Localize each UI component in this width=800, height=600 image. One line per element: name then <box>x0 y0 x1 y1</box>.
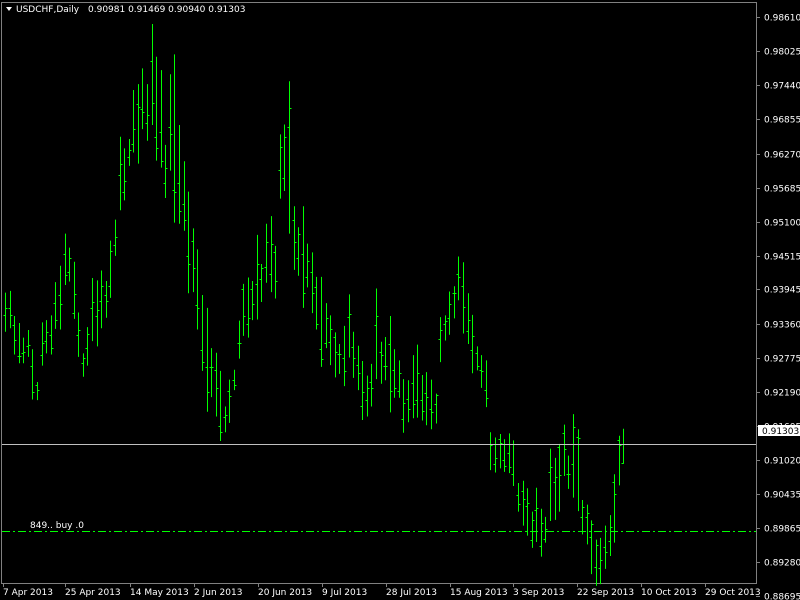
bid-price-label: 0.91303 <box>762 427 799 437</box>
y-tick-label: 0.96270 <box>764 151 800 161</box>
x-tick-label: 15 Aug 2013 <box>450 588 508 598</box>
y-tick-label: 0.94515 <box>764 253 800 263</box>
x-tick-label: 14 May 2013 <box>130 588 189 598</box>
x-tick-label: 25 Apr 2013 <box>65 588 121 598</box>
x-tick-label: 10 Oct 2013 <box>641 588 697 598</box>
y-tick-label: 0.92190 <box>764 389 800 399</box>
y-tick-label: 0.93945 <box>764 286 800 296</box>
y-tick-label: 0.90435 <box>764 491 800 501</box>
y-tick-label: 0.98025 <box>764 48 800 58</box>
x-tick-label: 28 Jul 2013 <box>386 588 437 598</box>
y-tick-label: 0.96855 <box>764 116 800 126</box>
ohlc-readout: 0.90981 0.91469 0.90940 0.91303 <box>88 5 245 15</box>
y-tick-label: 0.91020 <box>764 457 800 467</box>
x-tick-label: 9 Jul 2013 <box>322 588 367 598</box>
x-tick-label: 29 Oct 2013 <box>705 588 761 598</box>
y-tick-label: 0.92775 <box>764 355 800 365</box>
y-tick-label: 0.98610 <box>764 14 800 24</box>
y-tick-label: 0.89865 <box>764 525 800 535</box>
x-tick-label: 3 Sep 2013 <box>513 588 564 598</box>
price-chart[interactable]: 0.98610 0.98025 0.97440 0.96855 0.96270 0.956… <box>0 0 800 600</box>
x-tick-label: 22 Sep 2013 <box>577 588 634 598</box>
y-tick-label: 0.95685 <box>764 185 800 195</box>
y-tick-label: 0.97440 <box>764 82 800 92</box>
y-tick-label: 0.93360 <box>764 321 800 331</box>
symbol-timeframe: USDCHF,Daily <box>16 5 80 15</box>
y-tick-label: 0.95100 <box>764 219 800 229</box>
x-tick-label: 20 Jun 2013 <box>258 588 312 598</box>
x-tick-label: 7 Apr 2013 <box>3 588 53 598</box>
chart-background <box>0 0 800 600</box>
x-tick-label: 2 Jun 2013 <box>194 588 242 598</box>
y-tick-label: 0.88695 <box>764 593 800 600</box>
order-label[interactable]: 849.. buy .0 <box>30 521 84 531</box>
y-tick-label: 0.89280 <box>764 559 800 569</box>
